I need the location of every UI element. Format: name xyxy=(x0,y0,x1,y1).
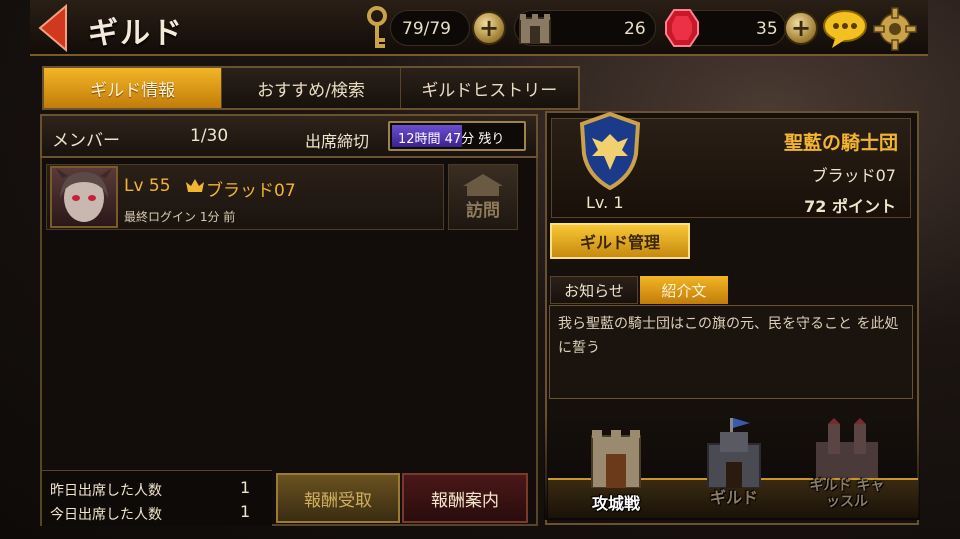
guild-master: ブラッド07 xyxy=(811,166,896,185)
add-keys-button[interactable]: + xyxy=(472,11,506,45)
today-value: 1 xyxy=(240,502,251,521)
members-count: 1/30 xyxy=(190,126,229,146)
chat-button[interactable] xyxy=(822,8,868,50)
castles-count: 26 xyxy=(624,19,646,39)
house-icon xyxy=(463,174,503,196)
chat-bubble-icon xyxy=(823,10,867,48)
avatar xyxy=(50,166,118,228)
plus-icon: + xyxy=(790,14,812,42)
guild-castle-icon xyxy=(707,418,761,489)
key-icon xyxy=(364,4,390,52)
back-arrow-icon xyxy=(38,3,67,53)
today-label: 今日出席した人数 xyxy=(50,507,162,523)
yesterday-label: 昨日出席した人数 xyxy=(50,483,162,499)
keys-count: 79/79 xyxy=(402,19,451,39)
receive-reward-button[interactable]: 報酬受取 xyxy=(276,473,400,523)
guild-tabs: ギルド情報 おすすめ/検索 ギルドヒストリー xyxy=(42,66,580,110)
visit-label: 訪問 xyxy=(466,201,500,221)
members-label: メンバー xyxy=(52,131,120,151)
tab-guild-history[interactable]: ギルドヒストリー xyxy=(400,68,578,108)
guild-castle-button[interactable]: ギルド キャッスル xyxy=(806,418,888,514)
guild-points: 72 ポイント xyxy=(804,197,896,216)
tab-introduction[interactable]: 紹介文 xyxy=(640,276,728,304)
visit-button[interactable]: 訪問 xyxy=(448,164,518,230)
guild-emblem-icon xyxy=(578,111,642,191)
castle-icon xyxy=(516,12,554,45)
siege-battle-button[interactable]: 攻城戦 xyxy=(578,428,654,514)
siege-battle-label: 攻城戦 xyxy=(591,494,640,513)
tab-notice[interactable]: お知らせ xyxy=(550,276,638,304)
siege-tower-icon xyxy=(591,430,641,489)
add-gems-button[interactable]: + xyxy=(784,11,818,45)
deadline-value: 12時間 47分 残り xyxy=(398,132,505,147)
intro-text: 我ら聖藍の騎士団はこの旗の元、民を守ること を此処に誓う xyxy=(549,305,913,399)
settings-button[interactable] xyxy=(872,6,918,52)
reward-guide-button[interactable]: 報酬案内 xyxy=(402,473,528,523)
guild-manage-button[interactable]: ギルド管理 xyxy=(550,223,690,259)
tab-guild-info[interactable]: ギルド情報 xyxy=(44,68,223,108)
yesterday-value: 1 xyxy=(240,478,251,497)
gear-icon xyxy=(873,7,917,51)
tab-recommend-search[interactable]: おすすめ/検索 xyxy=(222,68,401,108)
crown-icon xyxy=(186,177,204,192)
gems-count: 35 xyxy=(756,19,778,39)
guild-name: 聖藍の騎士団 xyxy=(783,132,898,154)
page-title: ギルド xyxy=(88,16,184,51)
member-last-login: 最終ログイン 1分 前 xyxy=(124,210,236,224)
member-level: Lv 55 xyxy=(124,176,171,196)
guild-level: Lv. 1 xyxy=(586,193,624,212)
member-name: ブラッド07 xyxy=(206,181,296,201)
plus-icon: + xyxy=(478,14,500,42)
gem-icon xyxy=(664,8,700,48)
back-button[interactable] xyxy=(36,3,74,53)
guild-menu-button[interactable]: ギルド xyxy=(694,418,774,514)
guild-castle-label: ギルド キャッスル xyxy=(809,478,885,510)
deadline-label: 出席締切 xyxy=(305,132,370,151)
castle-icon xyxy=(816,418,878,478)
